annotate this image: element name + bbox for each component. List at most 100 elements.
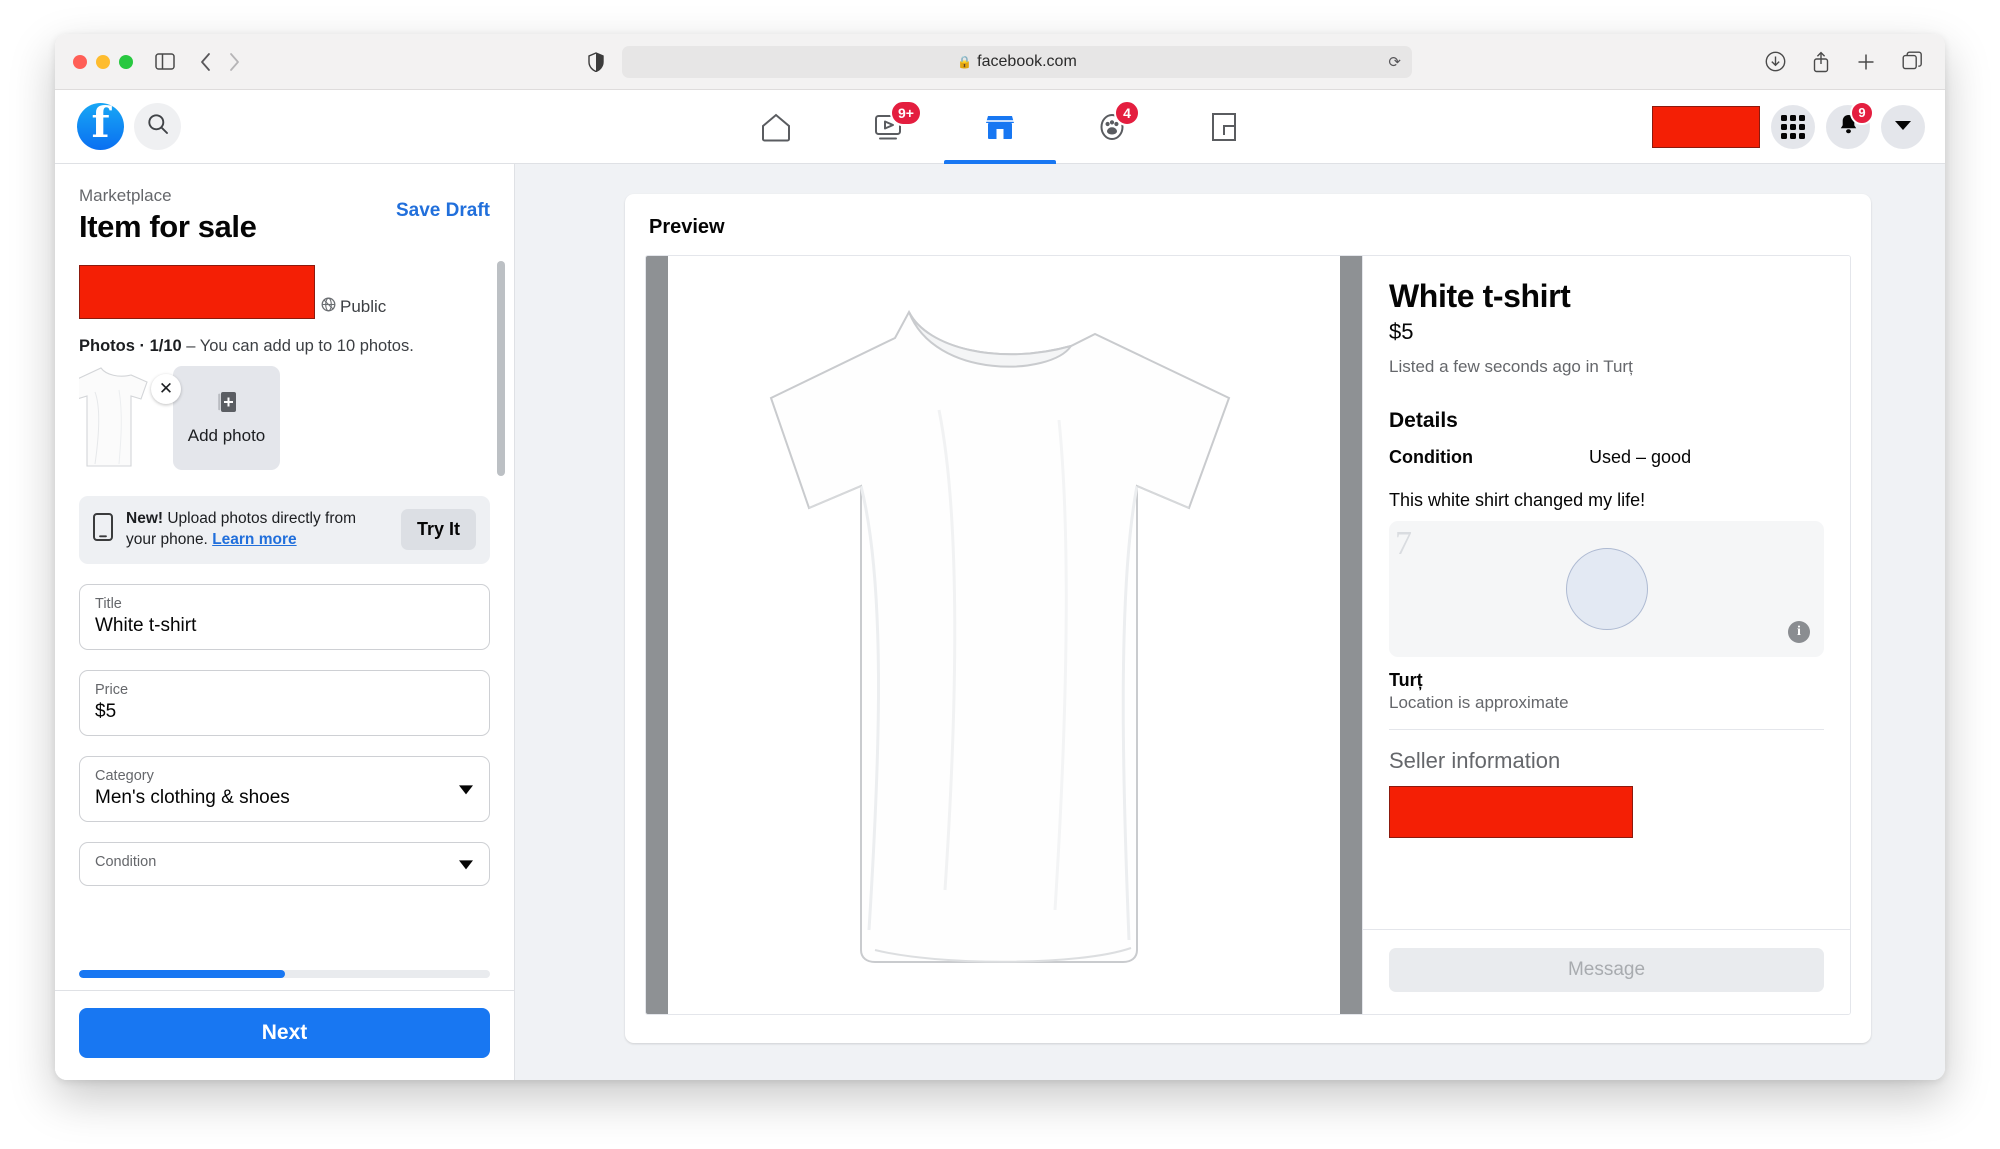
page-body: Marketplace Item for sale Save Draft Pub…	[55, 164, 1945, 1080]
composer-header: Marketplace Item for sale Save Draft	[55, 164, 514, 253]
condition-key: Condition	[1389, 447, 1473, 467]
privacy-shield-icon[interactable]	[588, 52, 604, 72]
new-tab-icon[interactable]	[1856, 52, 1876, 72]
save-draft-link[interactable]: Save Draft	[396, 200, 490, 222]
zoom-window-button[interactable]	[119, 54, 133, 69]
category-field[interactable]: Category Men's clothing & shoes	[79, 755, 490, 822]
tab-overview-icon[interactable]	[1902, 51, 1923, 72]
photo-row: ✕ Add photo	[79, 366, 490, 470]
promo-bold: New!	[126, 510, 164, 527]
add-photo-button[interactable]: Add photo	[173, 366, 280, 470]
divider	[1389, 729, 1824, 730]
photos-counter-bold: Photos · 1/10	[79, 337, 182, 355]
preview-area: Preview White t-shirt $5 Listed a few se…	[515, 164, 1945, 1080]
try-it-button[interactable]: Try It	[400, 509, 476, 551]
audience-label: Public	[340, 297, 387, 316]
account-menu-button[interactable]	[1881, 104, 1925, 149]
grid-menu-button[interactable]	[1771, 104, 1815, 149]
share-icon[interactable]	[1812, 51, 1830, 73]
close-icon: ✕	[158, 379, 174, 398]
nav-tab-groups[interactable]: 4	[1056, 90, 1168, 164]
title-field-value: White t-shirt	[95, 614, 197, 636]
message-button[interactable]: Message	[1389, 948, 1824, 992]
nav-badge-video: 9+	[890, 100, 922, 126]
progress-bar	[79, 970, 490, 978]
preview-heading: Preview	[649, 216, 725, 238]
details-heading: Details	[1389, 409, 1458, 432]
chevron-down-icon	[1894, 118, 1912, 136]
progress-bar-fill	[79, 970, 285, 978]
price-field[interactable]: Price $5	[79, 669, 490, 736]
minimize-window-button[interactable]	[96, 54, 110, 69]
next-button[interactable]: Next	[79, 1008, 490, 1058]
browser-window: 🔒 facebook.com ⟳ f 9+ 4 9 Marketplace It…	[55, 34, 1945, 1080]
download-icon[interactable]	[1765, 51, 1786, 72]
listing-price: $5	[1389, 319, 1414, 344]
search-button[interactable]	[134, 103, 181, 150]
listing-title: White t-shirt	[1389, 278, 1571, 314]
reload-icon[interactable]: ⟳	[1388, 53, 1401, 71]
photo-thumbnail[interactable]: ✕	[79, 366, 181, 470]
learn-more-link[interactable]: Learn more	[212, 531, 296, 548]
price-field-label: Price	[95, 681, 129, 698]
screen: 🔒 facebook.com ⟳ f 9+ 4 9 Marketplace It…	[0, 0, 2000, 1149]
nav-tab-home[interactable]	[720, 90, 832, 164]
composer-footer: Next	[55, 990, 514, 1080]
price-field-value: $5	[95, 700, 117, 722]
nav-badge-groups: 4	[1114, 100, 1140, 126]
listing-timestamp: Listed a few seconds ago in Turț	[1389, 357, 1633, 376]
address-bar[interactable]: 🔒 facebook.com ⟳	[622, 46, 1412, 78]
map-road-label: 7	[1395, 525, 1412, 562]
facebook-header: f 9+ 4 9	[55, 90, 1945, 164]
nav-tab-video[interactable]: 9+	[832, 90, 944, 164]
listing-photo-image	[668, 256, 1340, 1014]
composer-scrollbar[interactable]	[497, 261, 505, 901]
listing-info: White t-shirt $5 Listed a few seconds ag…	[1362, 256, 1850, 1014]
promo-banner: New! Upload photos directly from your ph…	[79, 496, 490, 564]
photo-thumbnail-image	[79, 366, 159, 470]
location-subtext: Location is approximate	[1389, 693, 1569, 712]
account-name-redacted[interactable]	[1652, 105, 1760, 148]
close-window-button[interactable]	[73, 54, 87, 69]
listing-info-scroll: White t-shirt $5 Listed a few seconds ag…	[1363, 256, 1850, 929]
back-arrow-icon[interactable]	[199, 52, 212, 72]
nav-tab-marketplace[interactable]	[944, 90, 1056, 164]
photos-counter-rest: – You can add up to 10 photos.	[181, 337, 414, 355]
toolbar-right-icons	[1765, 51, 1923, 73]
nav-tab-gaming[interactable]	[1168, 90, 1280, 164]
window-controls[interactable]	[73, 54, 133, 69]
audience-row: Public	[79, 265, 490, 319]
lock-icon: 🔒	[957, 55, 973, 69]
sidebar-toggle-icon[interactable]	[155, 53, 175, 70]
title-field[interactable]: Title White t-shirt	[79, 583, 490, 650]
grid-menu-icon	[1781, 114, 1805, 139]
condition-value: Used – good	[1589, 447, 1692, 467]
map-radius-circle	[1565, 548, 1648, 630]
preview-card: Preview White t-shirt $5 Listed a few se…	[625, 194, 1871, 1043]
location-name: Turț	[1389, 670, 1423, 690]
condition-field-label: Condition	[95, 853, 157, 870]
remove-photo-button[interactable]: ✕	[151, 374, 181, 404]
url-text: facebook.com	[977, 53, 1077, 70]
primary-nav: 9+ 4	[720, 90, 1280, 164]
navigation-arrows[interactable]	[199, 52, 241, 72]
composer-scrollbar-thumb[interactable]	[497, 261, 505, 476]
audience-selector[interactable]: Public	[321, 297, 386, 319]
address-bar-group: 🔒 facebook.com ⟳	[588, 46, 1412, 78]
detail-row: Condition Used – good	[1389, 447, 1824, 468]
location-map[interactable]: 7 i	[1389, 521, 1824, 657]
category-field-value: Men's clothing & shoes	[95, 786, 290, 808]
notifications-button[interactable]: 9	[1826, 100, 1874, 149]
add-image-icon	[216, 390, 238, 419]
condition-field[interactable]: Condition	[79, 841, 490, 886]
seller-name-redacted	[1389, 786, 1633, 838]
photos-counter: Photos · 1/10 – You can add up to 10 pho…	[79, 337, 490, 356]
facebook-logo-icon[interactable]: f	[77, 101, 124, 150]
listing-photo[interactable]	[646, 256, 1362, 1014]
globe-icon	[321, 297, 336, 317]
info-icon[interactable]: i	[1788, 621, 1810, 643]
forward-arrow-icon[interactable]	[228, 52, 241, 72]
profile-name-redacted	[79, 265, 315, 319]
header-left: f	[77, 101, 181, 150]
browser-toolbar: 🔒 facebook.com ⟳	[55, 34, 1945, 90]
